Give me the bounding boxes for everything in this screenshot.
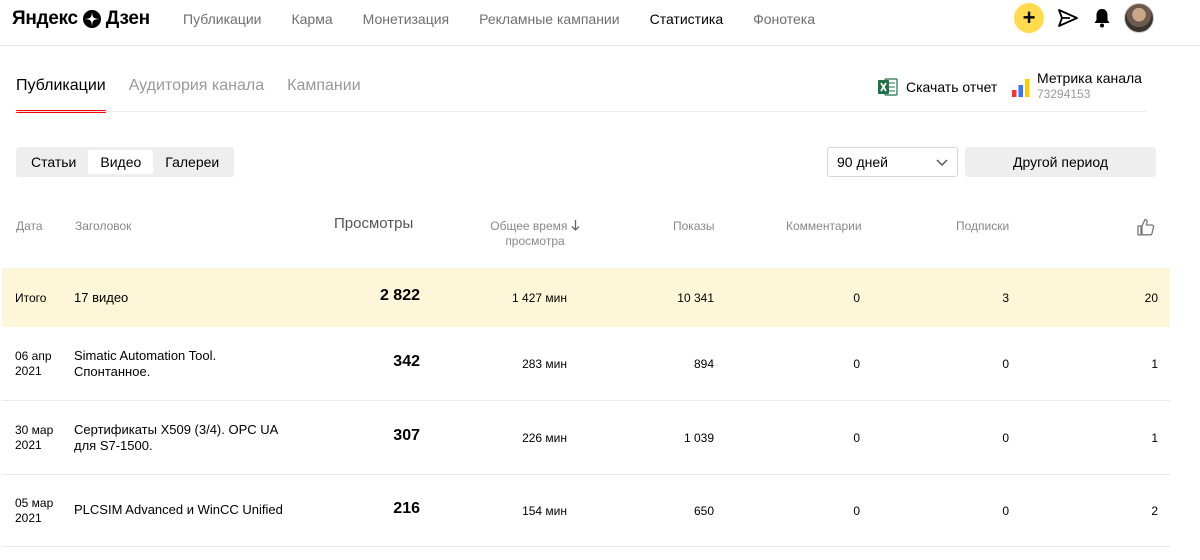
- row-title[interactable]: PLCSIM Advanced и WinCC Unified: [74, 502, 284, 518]
- row-comments: 0: [853, 504, 860, 518]
- tab-audience[interactable]: Аудитория канала: [129, 76, 264, 113]
- total-views: 2 822: [379, 287, 420, 304]
- nav-item-karma[interactable]: Карма: [291, 10, 332, 28]
- table-total-row: Итого 17 видео 2 822 1 427 мин 10 341 0 …: [2, 268, 1170, 327]
- total-likes: 20: [1144, 291, 1158, 305]
- nav-item-publications[interactable]: Публикации: [183, 10, 261, 28]
- row-title-line1: Сертификаты X509 (3/4). OPC UA: [74, 422, 279, 437]
- row-shows: 1 039: [683, 431, 714, 445]
- content-type-switch: Статьи Видео Галереи: [16, 147, 235, 177]
- sort-arrow-down-icon: [571, 220, 580, 231]
- statistics-tabs: Публикации Аудитория канала Кампании: [16, 76, 384, 113]
- row-subscriptions: 0: [1002, 431, 1009, 445]
- header-title: Заголовок: [75, 219, 132, 233]
- header-watch-time-line1: Общее время: [490, 219, 568, 233]
- header-subscriptions[interactable]: Подписки: [956, 219, 1009, 234]
- row-comments: 0: [853, 431, 860, 445]
- row-date-day: 30 мар: [15, 423, 54, 437]
- row-date-year: 2021: [15, 438, 42, 452]
- row-title[interactable]: Simatic Automation Tool. Спонтанное.: [74, 348, 284, 380]
- row-date-year: 2021: [15, 511, 42, 525]
- row-watch-time: 154 мин: [522, 504, 567, 518]
- total-comments: 0: [853, 291, 860, 305]
- row-title-line1: PLCSIM Advanced и WinCC Unified: [74, 502, 283, 517]
- metrika-text: Метрика канала 73294153: [1037, 70, 1142, 102]
- nav-item-statistics[interactable]: Статистика: [650, 10, 724, 28]
- top-bar: Яндекс Дзен Публикации Карма Монетизация…: [0, 0, 1200, 46]
- other-period-button[interactable]: Другой период: [965, 147, 1156, 177]
- segment-video[interactable]: Видео: [88, 150, 154, 174]
- send-icon: [1058, 9, 1078, 27]
- header-date: Дата: [16, 219, 43, 233]
- total-subscriptions: 3: [1002, 291, 1009, 305]
- top-actions: +: [1014, 3, 1154, 33]
- row-likes: 1: [1151, 431, 1158, 445]
- row-likes: 2: [1151, 504, 1158, 518]
- row-likes: 1: [1151, 357, 1158, 371]
- period-select-value: 90 дней: [837, 154, 888, 170]
- download-report-label: Скачать отчет: [906, 79, 998, 95]
- tab-campaigns[interactable]: Кампании: [287, 76, 361, 113]
- header-views[interactable]: Просмотры: [334, 216, 413, 231]
- segment-galleries[interactable]: Галереи: [153, 150, 231, 174]
- send-button[interactable]: [1058, 8, 1078, 28]
- row-date-year: 2021: [15, 364, 42, 378]
- chevron-down-icon: [936, 159, 948, 167]
- total-label: Итого: [15, 291, 47, 305]
- row-title-line2: Спонтанное.: [74, 364, 151, 379]
- period-select[interactable]: 90 дней: [827, 147, 958, 177]
- plus-icon: +: [1022, 5, 1036, 30]
- row-subscriptions: 0: [1002, 504, 1009, 518]
- row-date: 06 апр 2021: [15, 349, 65, 379]
- header-comments[interactable]: Комментарии: [786, 219, 862, 234]
- total-count: 17 видео: [74, 290, 129, 305]
- create-plus-button[interactable]: +: [1014, 3, 1044, 33]
- segment-articles[interactable]: Статьи: [19, 150, 88, 174]
- main-nav: Публикации Карма Монетизация Рекламные к…: [183, 10, 845, 28]
- row-comments: 0: [853, 357, 860, 371]
- download-report-link[interactable]: Скачать отчет: [878, 78, 997, 96]
- row-title-line2: для S7-1500.: [74, 438, 153, 453]
- row-date-day: 05 мар: [15, 496, 54, 510]
- row-views: 216: [393, 500, 420, 517]
- metrika-link[interactable]: Метрика канала 73294153: [1012, 70, 1142, 102]
- metrika-title: Метрика канала: [1037, 70, 1142, 86]
- row-subscriptions: 0: [1002, 357, 1009, 371]
- total-shows: 10 341: [677, 291, 714, 305]
- row-watch-time: 283 мин: [522, 357, 567, 371]
- nav-item-monetization[interactable]: Монетизация: [363, 10, 450, 28]
- total-watch-time: 1 427 мин: [512, 291, 567, 305]
- row-views: 342: [393, 353, 420, 370]
- header-shows[interactable]: Показы: [673, 219, 714, 234]
- row-views: 307: [393, 427, 420, 444]
- excel-icon: [878, 78, 898, 96]
- row-title[interactable]: Сертификаты X509 (3/4). OPC UA для S7-15…: [74, 422, 284, 454]
- tab-publications[interactable]: Публикации: [16, 76, 106, 113]
- row-title-line1: Simatic Automation Tool.: [74, 348, 217, 363]
- row-date-day: 06 апр: [15, 349, 52, 363]
- notifications-button[interactable]: [1092, 8, 1112, 28]
- bell-icon: [1094, 9, 1110, 28]
- logo-text-yandex: Яндекс: [12, 8, 78, 29]
- metrika-id: 73294153: [1037, 87, 1091, 101]
- table-row[interactable]: 05 мар 2021 PLCSIM Advanced и WinCC Unif…: [2, 475, 1170, 547]
- logo[interactable]: Яндекс Дзен: [12, 8, 150, 30]
- metrika-icon: [1012, 79, 1030, 97]
- row-date: 30 мар 2021: [15, 423, 65, 453]
- table-row[interactable]: 06 апр 2021 Simatic Automation Tool. Спо…: [2, 327, 1170, 401]
- nav-item-phonoteka[interactable]: Фонотека: [753, 10, 815, 28]
- table-row[interactable]: 30 мар 2021 Сертификаты X509 (3/4). OPC …: [2, 401, 1170, 475]
- thumbs-up-icon[interactable]: [1137, 218, 1155, 236]
- row-shows: 894: [693, 357, 714, 371]
- header-watch-time[interactable]: Общее время просмотра: [480, 219, 590, 249]
- row-date: 05 мар 2021: [15, 496, 65, 526]
- row-watch-time: 226 мин: [522, 431, 567, 445]
- zen-logo-icon: [82, 10, 101, 28]
- tabs-divider: [16, 111, 1146, 112]
- avatar[interactable]: [1124, 3, 1154, 33]
- header-watch-time-line2: просмотра: [505, 234, 565, 248]
- row-shows: 650: [693, 504, 714, 518]
- nav-item-ad-campaigns[interactable]: Рекламные кампании: [479, 10, 619, 28]
- logo-text-zen: Дзен: [105, 8, 150, 29]
